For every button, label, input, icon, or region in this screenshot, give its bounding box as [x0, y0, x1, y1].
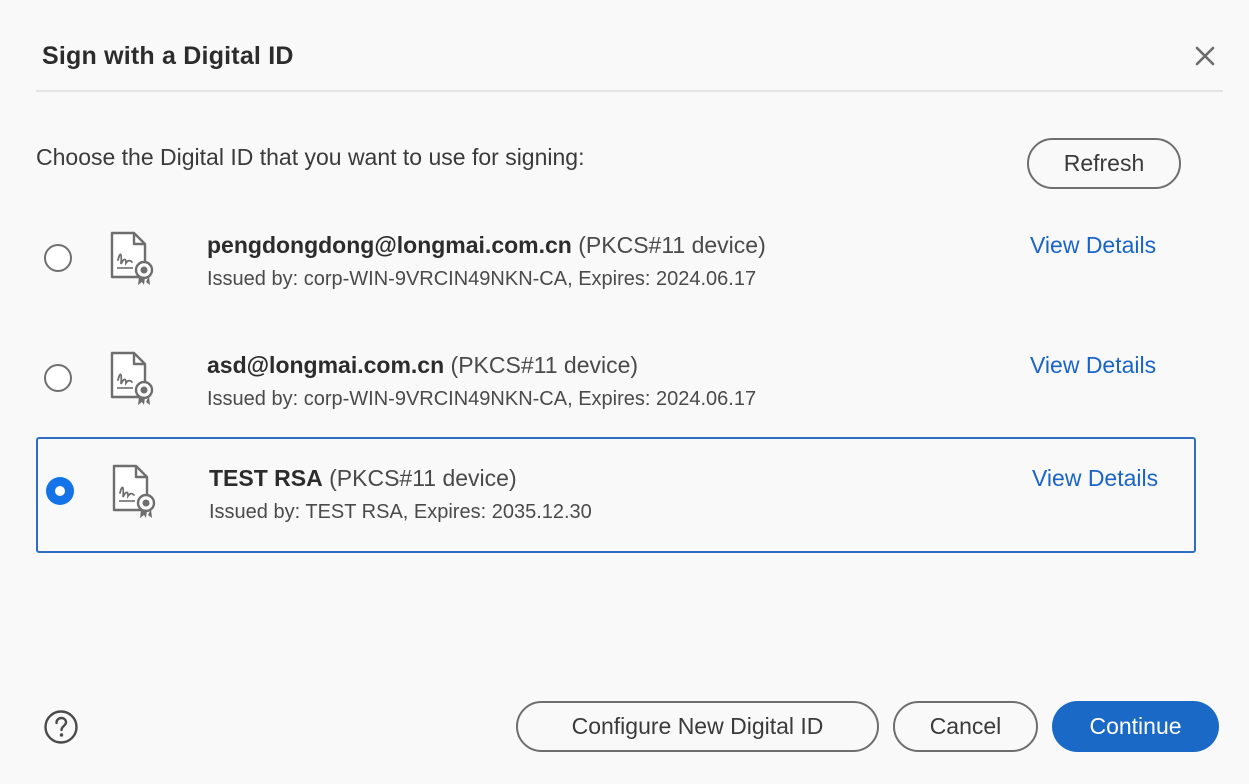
digital-id-device: (PKCS#11 device) — [578, 232, 766, 258]
digital-id-issued: Issued by: corp-WIN-9VRCIN49NKN-CA, Expi… — [207, 268, 757, 290]
digital-id-title: asd@longmai.com.cn (PKCS#11 device) — [207, 352, 638, 379]
certificate-icon — [108, 230, 156, 286]
digital-id-row[interactable]: asd@longmai.com.cn (PKCS#11 device) Issu… — [36, 324, 1196, 440]
digital-id-title: pengdongdong@longmai.com.cn (PKCS#11 dev… — [207, 232, 766, 259]
certificate-icon — [108, 350, 156, 406]
cancel-button[interactable]: Cancel — [893, 701, 1038, 752]
digital-id-name: pengdongdong@longmai.com.cn — [207, 232, 572, 258]
view-details-link[interactable]: View Details — [1030, 352, 1156, 379]
view-details-link[interactable]: View Details — [1032, 465, 1158, 492]
digital-id-title: TEST RSA (PKCS#11 device) — [209, 465, 517, 492]
choose-id-prompt: Choose the Digital ID that you want to u… — [36, 144, 585, 170]
digital-id-radio[interactable] — [44, 364, 72, 392]
dialog-header: Sign with a Digital ID — [36, 0, 1223, 92]
certificate-icon — [110, 463, 158, 519]
digital-id-row[interactable]: pengdongdong@longmai.com.cn (PKCS#11 dev… — [36, 204, 1196, 320]
configure-new-digital-id-button[interactable]: Configure New Digital ID — [516, 701, 879, 752]
digital-id-device: (PKCS#11 device) — [329, 465, 517, 491]
digital-id-issued: Issued by: TEST RSA, Expires: 2035.12.30 — [209, 501, 592, 523]
digital-id-issued: Issued by: corp-WIN-9VRCIN49NKN-CA, Expi… — [207, 388, 757, 410]
help-icon[interactable] — [43, 709, 79, 745]
close-icon[interactable] — [1191, 42, 1219, 70]
digital-id-device: (PKCS#11 device) — [450, 352, 639, 378]
view-details-link[interactable]: View Details — [1030, 232, 1156, 259]
digital-id-radio-checked[interactable] — [46, 477, 74, 505]
digital-id-name: asd@longmai.com.cn — [207, 352, 445, 378]
digital-id-name: TEST RSA — [209, 465, 323, 491]
sign-digital-id-dialog: Sign with a Digital ID Choose the Digita… — [0, 0, 1249, 784]
dialog-title: Sign with a Digital ID — [42, 42, 294, 70]
continue-button[interactable]: Continue — [1052, 701, 1219, 752]
digital-id-radio[interactable] — [44, 244, 72, 272]
refresh-button[interactable]: Refresh — [1027, 138, 1181, 189]
digital-id-row-selected[interactable]: TEST RSA (PKCS#11 device) Issued by: TES… — [36, 437, 1196, 553]
